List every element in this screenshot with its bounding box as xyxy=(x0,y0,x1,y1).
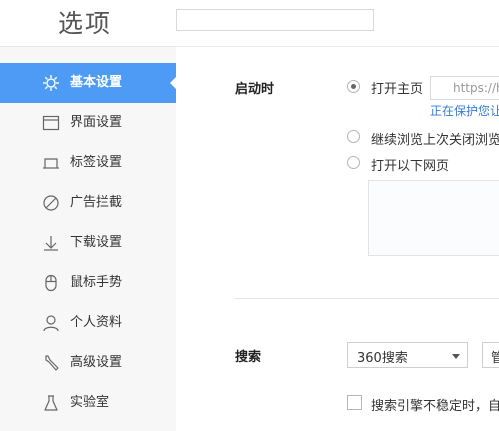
sidebar-item-label: 标签设置 xyxy=(70,155,123,170)
manage-search-engines-button[interactable]: 管 xyxy=(482,342,499,368)
sidebar-item-interface-settings[interactable]: 界面设置 xyxy=(0,103,176,143)
section-divider xyxy=(234,298,499,299)
startup-homepage-label: 打开主页 xyxy=(371,82,424,97)
sidebar-item-ad-block[interactable]: 广告拦截 xyxy=(0,183,176,223)
startup-pages-label: 打开以下网页 xyxy=(371,159,450,174)
sidebar-item-label: 下载设置 xyxy=(70,235,123,250)
sidebar-item-label: 鼠标手势 xyxy=(70,275,123,290)
user-icon xyxy=(43,315,59,332)
gear-icon xyxy=(43,75,59,91)
search-fallback-label: 搜索引擎不稳定时，自 xyxy=(371,399,499,414)
download-icon xyxy=(44,236,58,251)
wrench-icon xyxy=(45,355,59,371)
sidebar-item-label: 界面设置 xyxy=(70,115,123,130)
search-fallback-checkbox[interactable] xyxy=(347,395,362,410)
startup-pages-radio[interactable] xyxy=(347,156,360,169)
sidebar: 基本设置 界面设置 标签设置 广告拦截 下载设置 鼠标手势 个人资料 高级设置 … xyxy=(0,47,177,431)
header-bar: 选项 xyxy=(0,0,499,47)
sidebar-item-tab-settings[interactable]: 标签设置 xyxy=(0,143,176,183)
startup-section-label: 启动时 xyxy=(235,82,275,97)
sidebar-item-profile[interactable]: 个人资料 xyxy=(0,303,176,343)
sidebar-item-download-settings[interactable]: 下载设置 xyxy=(0,223,176,263)
sidebar-item-advanced-settings[interactable]: 高级设置 xyxy=(0,343,176,383)
window-icon xyxy=(42,115,60,131)
sidebar-item-lab[interactable]: 实验室 xyxy=(0,383,176,423)
search-section-label: 搜索 xyxy=(235,350,262,365)
sidebar-item-basic-settings[interactable]: 基本设置 xyxy=(0,63,177,103)
startup-homepage-radio[interactable] xyxy=(347,80,360,93)
sidebar-item-label: 高级设置 xyxy=(70,355,123,370)
homepage-url-input[interactable]: https://h xyxy=(430,76,499,100)
flask-icon xyxy=(44,395,58,411)
sidebar-item-label: 基本设置 xyxy=(70,75,123,90)
tab-icon xyxy=(43,158,59,169)
startup-pages-textarea[interactable] xyxy=(368,180,499,256)
startup-continue-radio[interactable] xyxy=(347,130,360,143)
chevron-down-icon xyxy=(452,354,460,359)
mouse-icon xyxy=(45,274,57,292)
block-icon xyxy=(43,195,59,211)
sidebar-item-label: 个人资料 xyxy=(70,315,123,330)
sidebar-item-label: 实验室 xyxy=(70,395,110,410)
settings-search-input[interactable] xyxy=(176,9,374,31)
startup-continue-label: 继续浏览上次关闭浏览 xyxy=(371,133,499,148)
sidebar-item-label: 广告拦截 xyxy=(70,195,123,210)
sidebar-item-mouse-gestures[interactable]: 鼠标手势 xyxy=(0,263,176,303)
page-title: 选项 xyxy=(58,9,113,38)
search-engine-select[interactable]: 360搜索 xyxy=(347,342,468,368)
search-engine-value: 360搜索 xyxy=(357,351,408,366)
protect-homepage-link[interactable]: 正在保护您让 xyxy=(430,102,499,119)
